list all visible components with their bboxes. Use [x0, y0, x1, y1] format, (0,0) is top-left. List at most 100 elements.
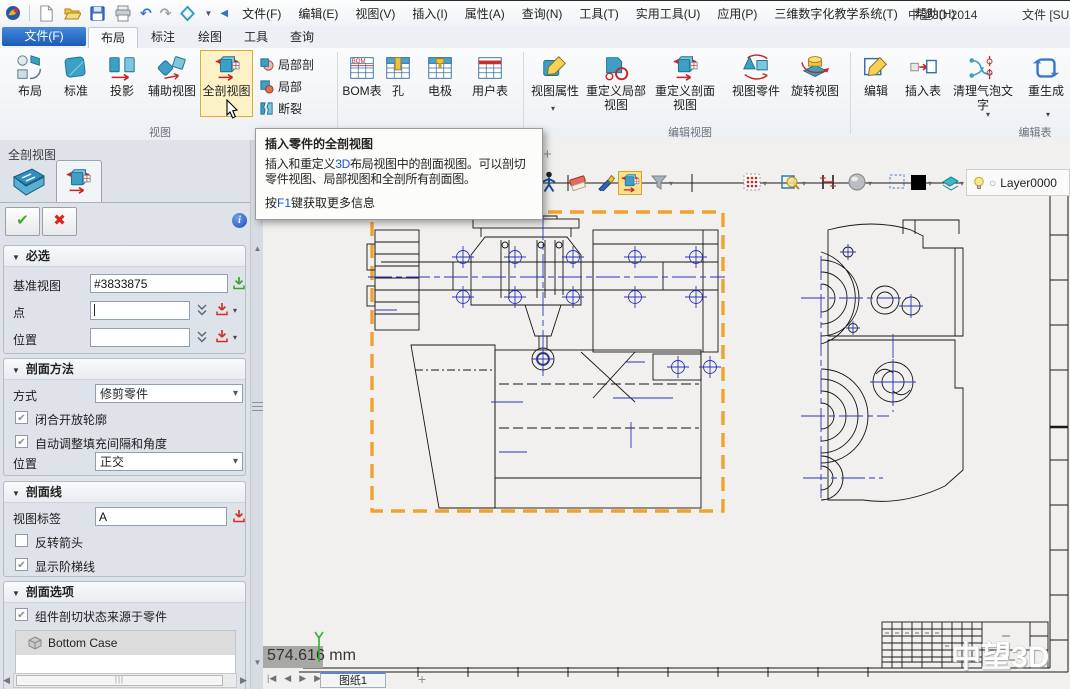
main-view-drawing[interactable] [367, 212, 725, 511]
tab-annotation[interactable]: 标注 [140, 27, 186, 47]
drawing-canvas[interactable]: + ▾ ▾ ▾ ▾ ▾ ▾ ○ Layer0000 中望3D 574.616 m… [263, 140, 1070, 689]
collapse-icon[interactable]: ◀ [220, 8, 228, 19]
redo-icon[interactable]: ↷ [160, 6, 172, 20]
scroll-left-icon[interactable]: ◀ [0, 675, 13, 686]
local-section-button[interactable]: 局部剖 [259, 54, 337, 74]
insert-table-button[interactable]: 插入表 [900, 51, 946, 117]
sheet-tab[interactable]: 图纸1 [320, 672, 386, 688]
layer-color-icon[interactable]: ○ [989, 176, 996, 190]
tab-drawing[interactable]: 绘图 [188, 27, 232, 47]
scroll-right-icon[interactable]: ▶ [237, 675, 250, 686]
auxiliary-view-button[interactable]: 辅助视图 [146, 51, 198, 117]
layer-dropdown-icon[interactable]: ▾ [960, 179, 964, 188]
brush-icon[interactable] [597, 173, 615, 191]
menu-tools[interactable]: 工具(T) [579, 5, 618, 22]
menu-3d-teaching-system[interactable]: 三维数字化教学系统(T) [774, 5, 897, 22]
state-from-part-checkbox[interactable] [15, 608, 28, 621]
panel-horizontal-scrollbar[interactable]: ◀ ||| ▶ [0, 672, 250, 688]
scroll-down-icon[interactable]: ▼ [252, 658, 263, 667]
close-open-profile-checkbox[interactable] [15, 411, 28, 424]
auto-adjust-hatch-checkbox[interactable] [15, 435, 28, 448]
splitter-grip[interactable] [252, 402, 263, 403]
color-swatch-icon[interactable] [911, 175, 926, 190]
view-label-pick-icon[interactable] [232, 509, 246, 523]
bulb-icon[interactable] [973, 176, 985, 190]
active-command-icon[interactable] [618, 171, 642, 195]
position-pick-dropdown-icon[interactable]: ▾ [233, 333, 237, 342]
layer-icon[interactable] [941, 173, 960, 191]
flip-arrow-checkbox[interactable] [15, 534, 28, 547]
user-table-button[interactable]: 用户表 [464, 51, 516, 117]
layer-combobox[interactable]: ○ Layer0000 [966, 169, 1070, 196]
redefine-section-view-button[interactable]: 重定义剖面视图 [652, 51, 718, 117]
eraser-icon[interactable] [569, 173, 587, 191]
point-pick-dropdown-icon[interactable]: ▾ [233, 306, 237, 315]
base-view-input[interactable] [90, 274, 228, 293]
base-view-pick-icon[interactable] [232, 276, 246, 290]
section-options-header[interactable]: 剖面选项 [4, 582, 245, 603]
zoom-dropdown-icon[interactable]: ▾ [802, 179, 806, 188]
grid-dropdown-icon[interactable]: ▾ [763, 179, 767, 188]
clean-balloon-dropdown-icon[interactable]: ▾ [986, 110, 990, 119]
view-part-button[interactable]: 视图零件 [728, 51, 784, 117]
local-view-button[interactable]: 局部 [259, 76, 337, 96]
menu-file[interactable]: 文件(F) [242, 5, 281, 22]
ok-button[interactable]: ✔ [5, 207, 40, 236]
zoom-window-icon[interactable] [781, 173, 800, 191]
qat-dropdown-icon[interactable]: ▼ [204, 9, 212, 18]
required-section-header[interactable]: 必选 [4, 246, 245, 267]
method-position-dropdown[interactable]: 正交 [95, 452, 243, 471]
color-dropdown-icon[interactable]: ▾ [928, 179, 932, 188]
regen-icon[interactable] [179, 5, 196, 22]
da-toolbar-add-icon[interactable]: + [543, 146, 552, 163]
save-icon[interactable] [89, 5, 106, 22]
menu-inquire[interactable]: 查询(N) [522, 5, 563, 22]
selection-box-icon[interactable] [888, 173, 906, 191]
menu-edit[interactable]: 编辑(E) [298, 5, 338, 22]
regenerate-dropdown-icon[interactable]: ▾ [1046, 110, 1050, 119]
walk-through-icon[interactable] [541, 171, 557, 193]
filter-dropdown-icon[interactable]: ▾ [669, 179, 673, 188]
open-file-icon[interactable] [63, 5, 81, 21]
standard-view-button[interactable]: 标准 [56, 51, 96, 117]
view-attributes-dropdown-icon[interactable]: ▾ [551, 104, 555, 113]
regenerate-button[interactable]: 重生成 [1020, 51, 1070, 117]
tab-layout[interactable]: 布局 [88, 27, 138, 48]
menu-attributes[interactable]: 属性(A) [465, 5, 505, 22]
first-sheet-icon[interactable] [267, 673, 276, 684]
show-step-line-checkbox[interactable] [15, 558, 28, 571]
redefine-local-view-button[interactable]: 重定义局部视图 [585, 51, 647, 117]
position-pick-icon[interactable] [215, 329, 229, 343]
electrode-table-button[interactable]: 电极 [418, 51, 462, 117]
position-input[interactable] [90, 328, 190, 347]
bom-table-button[interactable]: BOM表 [340, 51, 384, 117]
undo-icon[interactable]: ↶ [140, 6, 152, 20]
view-label-input[interactable] [95, 507, 227, 526]
prev-sheet-icon[interactable] [284, 673, 291, 684]
cancel-button[interactable]: ✖ [42, 207, 77, 236]
edit-button[interactable]: 编辑 [856, 51, 896, 117]
side-view-drawing[interactable] [801, 220, 963, 501]
scrollbar-track[interactable]: ||| [13, 673, 237, 688]
point-expand-icon[interactable] [196, 303, 208, 317]
menu-insert[interactable]: 插入(I) [412, 5, 447, 22]
panel-vertical-scrollbar[interactable]: ▲ ▼ [250, 140, 263, 689]
menu-utilities[interactable]: 实用工具(U) [636, 5, 701, 22]
section-ruler-icon[interactable] [819, 173, 837, 191]
info-icon[interactable]: i [232, 213, 247, 228]
full-section-panel-tab[interactable] [56, 160, 102, 203]
point-pick-icon[interactable] [215, 302, 229, 316]
clean-balloon-text-button[interactable]: 清理气泡文字 [952, 51, 1014, 117]
point-grid-icon[interactable] [743, 173, 761, 191]
menu-applications[interactable]: 应用(P) [717, 5, 757, 22]
point-input[interactable] [90, 301, 190, 320]
hole-table-button[interactable]: 孔 [382, 51, 414, 117]
print-icon[interactable] [114, 5, 132, 22]
broken-view-button[interactable]: 断裂 [259, 98, 337, 118]
next-sheet-icon[interactable] [299, 673, 306, 684]
tab-tools[interactable]: 工具 [234, 27, 278, 47]
display-mode-icon[interactable] [848, 173, 866, 191]
add-sheet-icon[interactable]: + [418, 671, 426, 687]
display-dropdown-icon[interactable]: ▾ [868, 179, 872, 188]
hatch-line-header[interactable]: 剖面线 [4, 482, 245, 503]
